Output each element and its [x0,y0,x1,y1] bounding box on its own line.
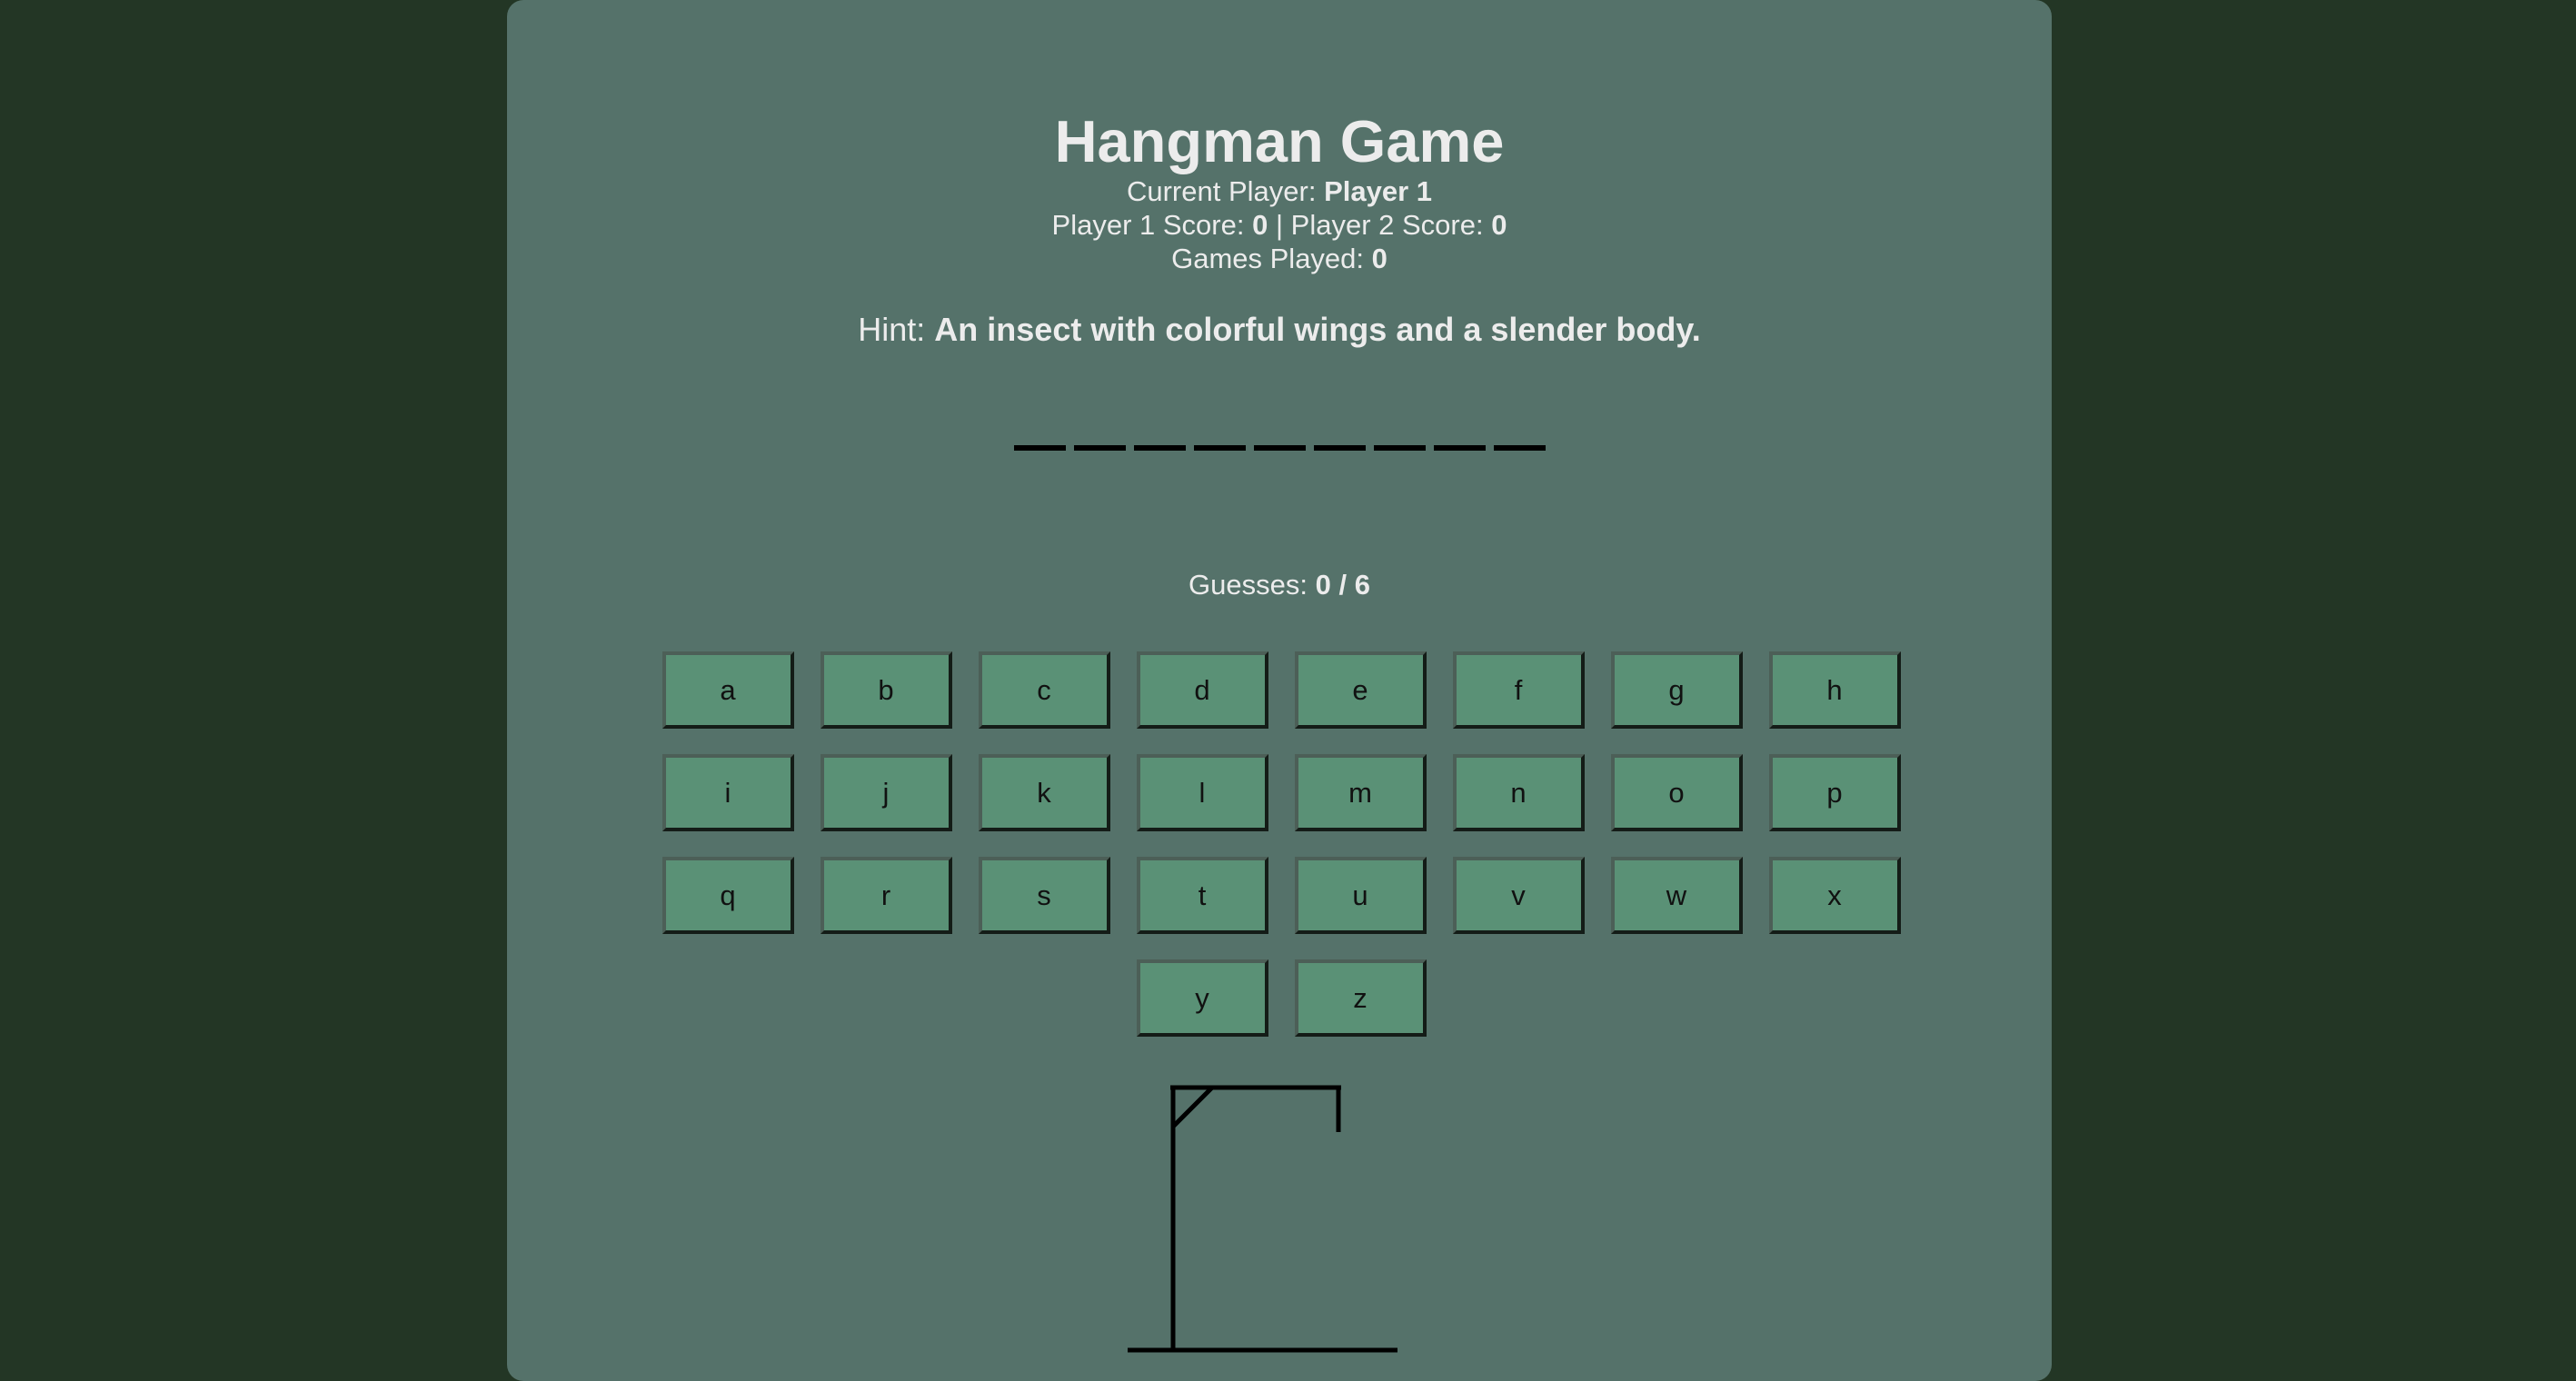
letter-button-c[interactable]: c [978,651,1110,729]
letter-button-h[interactable]: h [1768,651,1901,729]
letter-button-i[interactable]: i [661,754,794,831]
current-player-label: Current Player: [1126,175,1317,207]
guesses-label: Guesses: [1189,569,1308,601]
guesses-value: 0 / 6 [1315,569,1370,601]
letter-button-m[interactable]: m [1294,754,1427,831]
letter-button-a[interactable]: a [661,651,794,729]
games-played-line: Games Played: 0 [507,242,2052,275]
letter-button-e[interactable]: e [1294,651,1427,729]
games-played-value: 0 [1371,243,1387,274]
letter-button-y[interactable]: y [1136,959,1268,1037]
game-panel: Hangman Game Current Player: Player 1 Pl… [507,0,2052,1381]
letter-button-b[interactable]: b [820,651,952,729]
hint-text: An insect with colorful wings and a slen… [934,311,1701,348]
letter-button-w[interactable]: w [1610,857,1743,934]
page-title: Hangman Game [1054,108,1505,174]
word-blanks [507,445,2052,451]
player1-score-label: Player 1 Score: [1051,209,1245,241]
letter-blank [1373,445,1426,451]
letter-button-z[interactable]: z [1294,959,1427,1037]
letter-button-d[interactable]: d [1136,651,1268,729]
letter-blank [1133,445,1186,451]
letter-button-g[interactable]: g [1610,651,1743,729]
score-separator: | [1275,209,1284,241]
letter-button-f[interactable]: f [1452,651,1585,729]
letter-button-v[interactable]: v [1452,857,1585,934]
letter-button-j[interactable]: j [820,754,952,831]
letter-button-x[interactable]: x [1768,857,1901,934]
letter-blank [1193,445,1246,451]
player1-score-value: 0 [1252,209,1268,241]
letter-button-k[interactable]: k [978,754,1110,831]
letter-button-l[interactable]: l [1136,754,1268,831]
current-player-value: Player 1 [1324,175,1433,207]
letter-blank [1313,445,1366,451]
letter-button-s[interactable]: s [978,857,1110,934]
letter-blank [1433,445,1486,451]
current-player-line: Current Player: Player 1 [507,174,2052,208]
letter-blank [1493,445,1546,451]
letter-button-q[interactable]: q [661,857,794,934]
games-played-label: Games Played: [1171,243,1365,274]
gallows-brace [1171,1086,1214,1128]
letter-button-n[interactable]: n [1452,754,1585,831]
letter-button-u[interactable]: u [1294,857,1427,934]
player2-score-value: 0 [1491,209,1507,241]
player2-score-label: Player 2 Score: [1290,209,1484,241]
hint-label: Hint: [858,311,926,348]
letter-blank [1253,445,1306,451]
letter-button-o[interactable]: o [1610,754,1743,831]
guesses-counter: Guesses: 0 / 6 [507,567,2052,603]
hint-line: Hint: An insect with colorful wings and … [507,310,2052,350]
letter-blank [1013,445,1066,451]
gallows-drawing [1128,1085,1397,1353]
letter-keyboard: abcdefgh ijklmnop qrstuvwx yz [661,651,1902,1037]
scores-line: Player 1 Score: 0 | Player 2 Score: 0 [507,208,2052,242]
letter-button-t[interactable]: t [1136,857,1268,934]
letter-button-p[interactable]: p [1768,754,1901,831]
letter-button-r[interactable]: r [820,857,952,934]
letter-blank [1073,445,1126,451]
